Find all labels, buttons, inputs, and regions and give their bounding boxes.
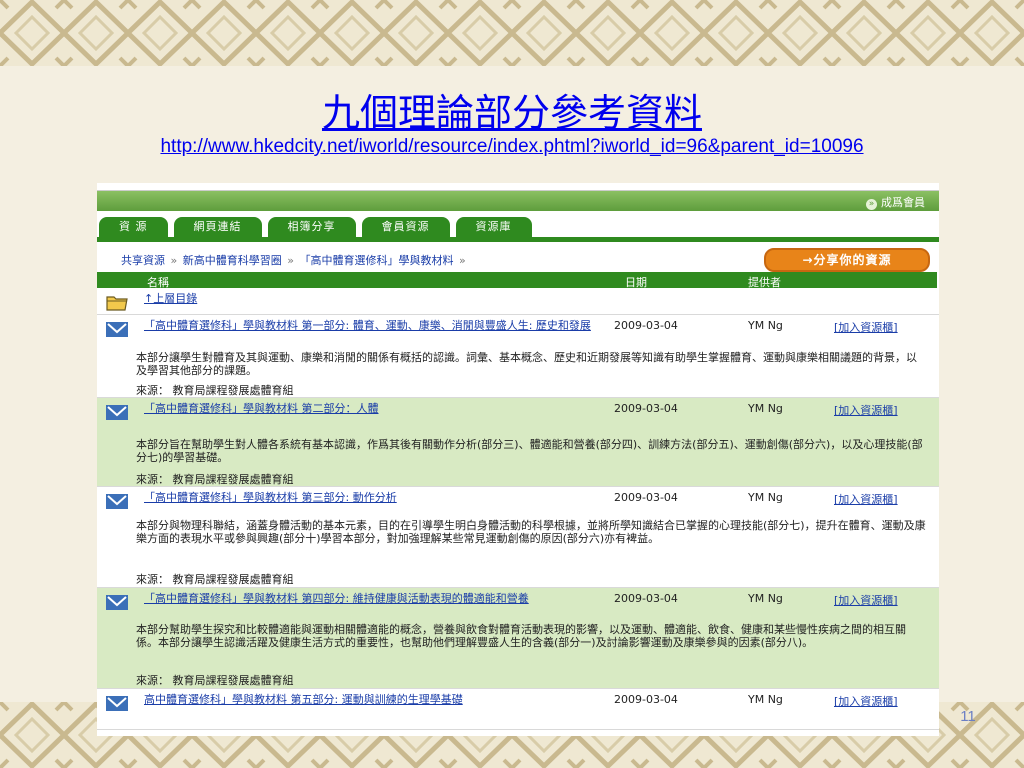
up-directory-link[interactable]: ↑上層目錄 bbox=[144, 292, 594, 305]
site-banner: » 成爲會員 bbox=[97, 191, 939, 211]
resource-date: 2009-03-04 bbox=[614, 491, 678, 504]
resource-title-link[interactable]: 「高中體育選修科」學與教材料 第四部分: 維持健康與活動表現的體適能和營養 bbox=[144, 592, 594, 605]
breadcrumb-item[interactable]: 新高中體育科學習圈 bbox=[183, 254, 282, 267]
add-to-cabinet-link[interactable]: [加入資源櫃] bbox=[834, 693, 898, 709]
resource-description: 本部分旨在幫助學生對人體各系統有基本認識，作爲其後有關動作分析(部分三)、體適能… bbox=[136, 438, 923, 464]
resource-row: 「高中體育選修科」學與教材料 第一部分: 體育、運動、康樂、消閒與豐盛人生: 歷… bbox=[97, 315, 939, 398]
resource-provider: YM Ng bbox=[748, 491, 783, 504]
resource-source: 來源： 教育局課程發展處體育組 bbox=[136, 384, 294, 397]
page-number: 11 bbox=[960, 708, 976, 725]
add-to-cabinet-link[interactable]: [加入資源櫃] bbox=[834, 319, 898, 335]
tab-web-links[interactable]: 網頁連結 bbox=[173, 217, 262, 237]
resource-icon bbox=[106, 405, 128, 420]
slide-url-link[interactable]: http://www.hkedcity.net/iworld/resource/… bbox=[0, 136, 1024, 158]
resource-description: 本部分幫助學生探究和比較體適能與運動相關體適能的概念，營養與飲食對體育活動表現的… bbox=[136, 623, 906, 649]
breadcrumb-item[interactable]: 「高中體育選修科」學與教材料 bbox=[299, 254, 453, 267]
add-to-cabinet-link[interactable]: [加入資源櫃] bbox=[834, 592, 898, 608]
folder-icon bbox=[106, 296, 128, 311]
resource-row: 「高中體育選修科」學與教材料 第三部分: 動作分析 2009-03-04 YM … bbox=[97, 487, 939, 588]
resource-provider: YM Ng bbox=[748, 319, 783, 332]
member-link[interactable]: » 成爲會員 bbox=[866, 194, 925, 210]
breadcrumb: 共享資源 » 新高中體育科學習圈 » 「高中體育選修科」學與教材料 » bbox=[121, 252, 468, 268]
breadcrumb-separator: » bbox=[283, 254, 298, 267]
tab-resources[interactable]: 資 源 bbox=[99, 217, 168, 237]
resource-icon bbox=[106, 494, 128, 509]
resource-date: 2009-03-04 bbox=[614, 592, 678, 605]
tab-album-share[interactable]: 相簿分享 bbox=[267, 217, 356, 237]
top-strip bbox=[97, 183, 939, 191]
resource-description: 本部分與物理科聯結，涵蓋身體活動的基本元素，目的在引導學生明白身體活動的科學根據… bbox=[136, 519, 926, 545]
resource-provider: YM Ng bbox=[748, 402, 783, 415]
resource-provider: YM Ng bbox=[748, 592, 783, 605]
tab-resource-library[interactable]: 資源庫 bbox=[455, 217, 532, 237]
resource-row: 「高中體育選修科」學與教材料 第二部分：人體 2009-03-04 YM Ng … bbox=[97, 398, 939, 487]
resource-date: 2009-03-04 bbox=[614, 693, 678, 706]
breadcrumb-bar: 共享資源 » 新高中體育科學習圈 » 「高中體育選修科」學與教材料 » →分享你… bbox=[97, 242, 939, 272]
resource-description: 本部分讓學生對體育及其與運動、康樂和消閒的關係有概括的認識。詞彙、基本概念、歷史… bbox=[136, 351, 917, 377]
share-resource-button[interactable]: →分享你的資源 bbox=[764, 248, 930, 272]
breadcrumb-item[interactable]: 共享資源 bbox=[121, 254, 165, 267]
resource-source: 來源： 教育局課程發展處體育組 bbox=[136, 674, 294, 687]
slide-title: 九個理論部分參考資料 bbox=[321, 91, 702, 135]
breadcrumb-separator: » bbox=[455, 254, 466, 267]
resource-title-link[interactable]: 「高中體育選修科」學與教材料 第一部分: 體育、運動、康樂、消閒與豐盛人生: 歷… bbox=[144, 319, 594, 332]
member-label: 成爲會員 bbox=[881, 196, 925, 209]
resource-date: 2009-03-04 bbox=[614, 402, 678, 415]
resource-title-link[interactable]: 「高中體育選修科」學與教材料 第三部分: 動作分析 bbox=[144, 491, 594, 504]
resource-title-link[interactable]: 「高中體育選修科」學與教材料 第二部分：人體 bbox=[144, 402, 594, 415]
table-header: 名稱 日期 提供者 bbox=[97, 272, 937, 289]
share-button-label: 分享你的資源 bbox=[813, 253, 892, 267]
nav-tabs: 資 源 網頁連結 相簿分享 會員資源 資源庫 bbox=[97, 211, 939, 242]
resource-date: 2009-03-04 bbox=[614, 319, 678, 332]
double-arrow-icon: » bbox=[866, 199, 877, 210]
resource-title-link[interactable]: 高中體育選修科」學與教材料 第五部分: 運動與訓練的生理學基礎 bbox=[144, 693, 594, 706]
resource-icon bbox=[106, 322, 128, 337]
resource-row: 「高中體育選修科」學與教材料 第四部分: 維持健康與活動表現的體適能和營養 20… bbox=[97, 588, 939, 689]
resource-provider: YM Ng bbox=[748, 693, 783, 706]
lattice-border-top bbox=[0, 0, 1024, 66]
breadcrumb-separator: » bbox=[167, 254, 181, 267]
resource-source: 來源： 教育局課程發展處體育組 bbox=[136, 473, 294, 486]
add-to-cabinet-link[interactable]: [加入資源櫃] bbox=[834, 491, 898, 507]
resource-source: 來源： 教育局課程發展處體育組 bbox=[136, 573, 294, 586]
arrow-right-icon: → bbox=[802, 253, 814, 267]
resource-icon bbox=[106, 696, 128, 711]
up-directory-row: ↑上層目錄 bbox=[97, 288, 939, 315]
tab-member-resources[interactable]: 會員資源 bbox=[361, 217, 450, 237]
embedded-screenshot: » 成爲會員 資 源 網頁連結 相簿分享 會員資源 資源庫 共享資源 » 新高中體… bbox=[97, 183, 939, 736]
resource-row: 高中體育選修科」學與教材料 第五部分: 運動與訓練的生理學基礎 2009-03-… bbox=[97, 689, 939, 730]
add-to-cabinet-link[interactable]: [加入資源櫃] bbox=[834, 402, 898, 418]
resource-icon bbox=[106, 595, 128, 610]
